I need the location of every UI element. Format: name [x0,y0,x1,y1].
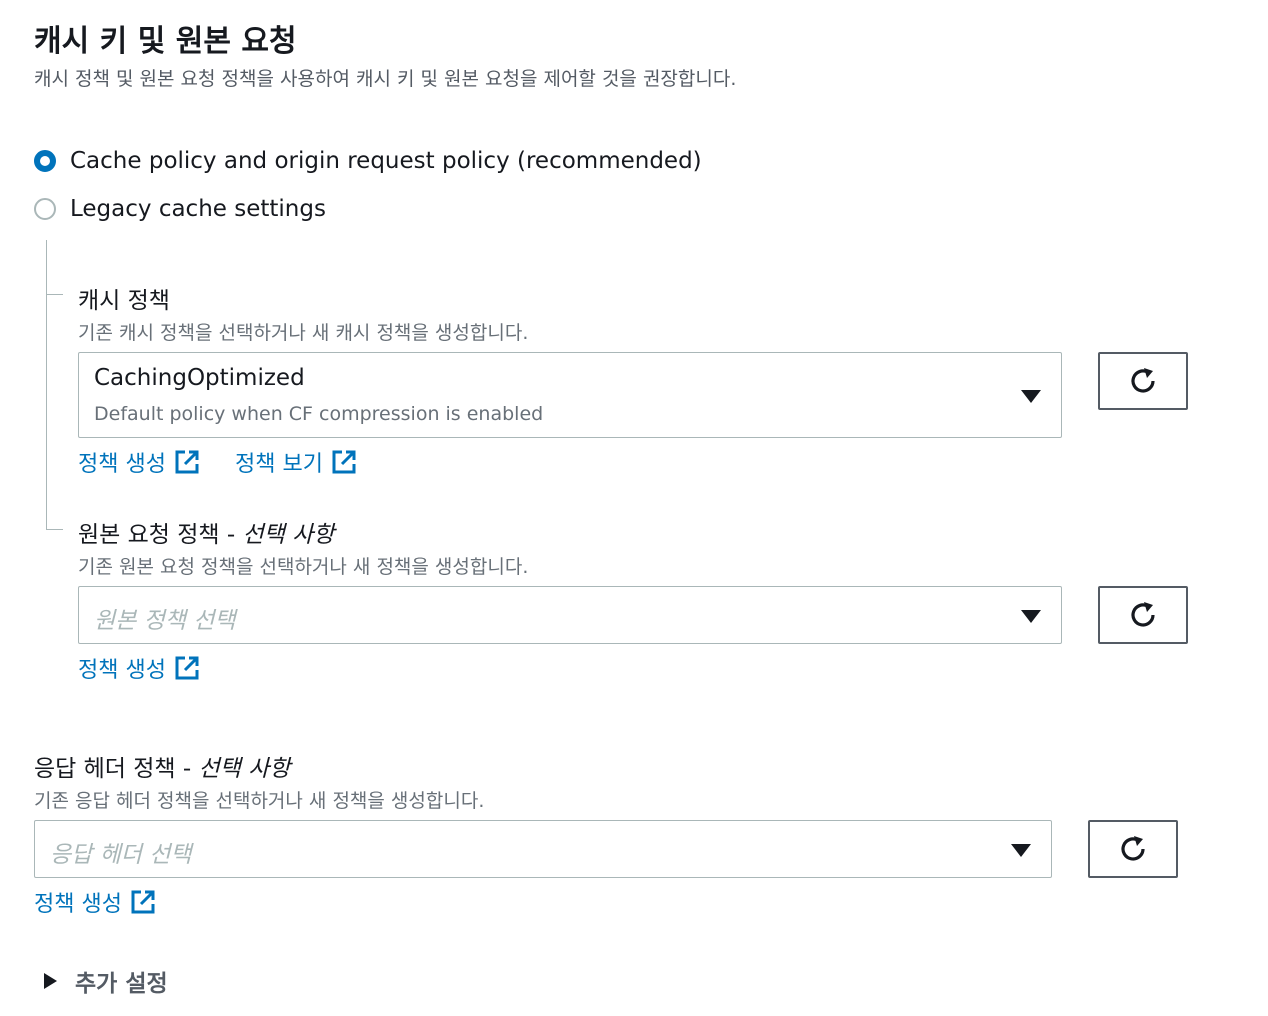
radio-unselected-icon[interactable] [34,198,56,220]
cache-policy-create-link[interactable]: 정책 생성 [78,446,200,478]
section-description: 캐시 정책 및 원본 요청 정책을 사용하여 캐시 키 및 원본 요청을 제어할… [34,68,737,90]
radio-option-cache-policy[interactable]: Cache policy and origin request policy (… [34,148,702,174]
response-policy-create-link[interactable]: 정책 생성 [34,886,156,918]
cache-policy-view-link-label: 정책 보기 [235,452,323,477]
cache-policy-create-link-label: 정책 생성 [78,452,166,477]
response-policy-create-link-label: 정책 생성 [34,892,122,917]
origin-policy-label-text: 원본 요청 정책 - [78,522,243,548]
origin-policy-refresh-button[interactable] [1098,586,1188,644]
radio-label-cache-policy: Cache policy and origin request policy (… [70,148,702,174]
response-policy-optional-text: 선택 사항 [198,756,291,782]
section-title: 캐시 키 및 원본 요청 [34,24,297,59]
external-link-icon [174,655,200,681]
refresh-icon [1131,602,1155,627]
external-link-icon [331,449,357,475]
origin-policy-placeholder: 원본 정책 선택 [94,608,236,634]
caret-down-icon [1021,390,1041,403]
additional-settings-expander[interactable]: 추가 설정 [44,964,168,998]
cache-policy-label: 캐시 정책 [78,288,170,314]
response-policy-label-text: 응답 헤더 정책 - [34,756,199,782]
radio-label-legacy: Legacy cache settings [70,196,326,222]
additional-settings-label: 추가 설정 [75,971,168,997]
external-link-icon [174,449,200,475]
caret-right-icon [44,973,57,989]
radio-option-legacy[interactable]: Legacy cache settings [34,196,326,222]
cache-policy-selected-name: CachingOptimized [94,365,305,391]
refresh-icon [1131,368,1155,393]
refresh-icon [1121,836,1145,861]
radio-selected-icon[interactable] [34,150,56,172]
origin-policy-optional-text: 선택 사항 [242,522,335,548]
external-link-icon [130,889,156,915]
origin-policy-description: 기존 원본 요청 정책을 선택하거나 새 정책을 생성합니다. [78,556,529,578]
cache-policy-selected-description: Default policy when CF compression is en… [94,403,544,425]
response-policy-description: 기존 응답 헤더 정책을 선택하거나 새 정책을 생성합니다. [34,790,485,812]
caret-down-icon [1011,844,1031,857]
cache-policy-view-link[interactable]: 정책 보기 [235,446,357,478]
tree-connector-origin [46,529,63,530]
origin-policy-create-link-label: 정책 생성 [78,658,166,683]
cache-policy-refresh-button[interactable] [1098,352,1188,410]
caret-down-icon [1021,610,1041,623]
cache-policy-select[interactable]: CachingOptimized Default policy when CF … [78,352,1062,438]
response-policy-placeholder: 응답 헤더 선택 [50,842,192,868]
tree-connector-cache [46,294,63,295]
tree-connector-vertical [46,240,47,530]
response-policy-label: 응답 헤더 정책 - 선택 사항 [34,749,290,783]
origin-policy-create-link[interactable]: 정책 생성 [78,652,200,684]
cache-policy-description: 기존 캐시 정책을 선택하거나 새 캐시 정책을 생성합니다. [78,322,529,344]
origin-policy-select[interactable]: 원본 정책 선택 [78,586,1062,644]
response-policy-refresh-button[interactable] [1088,820,1178,878]
origin-policy-label: 원본 요청 정책 - 선택 사항 [78,515,334,549]
response-policy-select[interactable]: 응답 헤더 선택 [34,820,1052,878]
